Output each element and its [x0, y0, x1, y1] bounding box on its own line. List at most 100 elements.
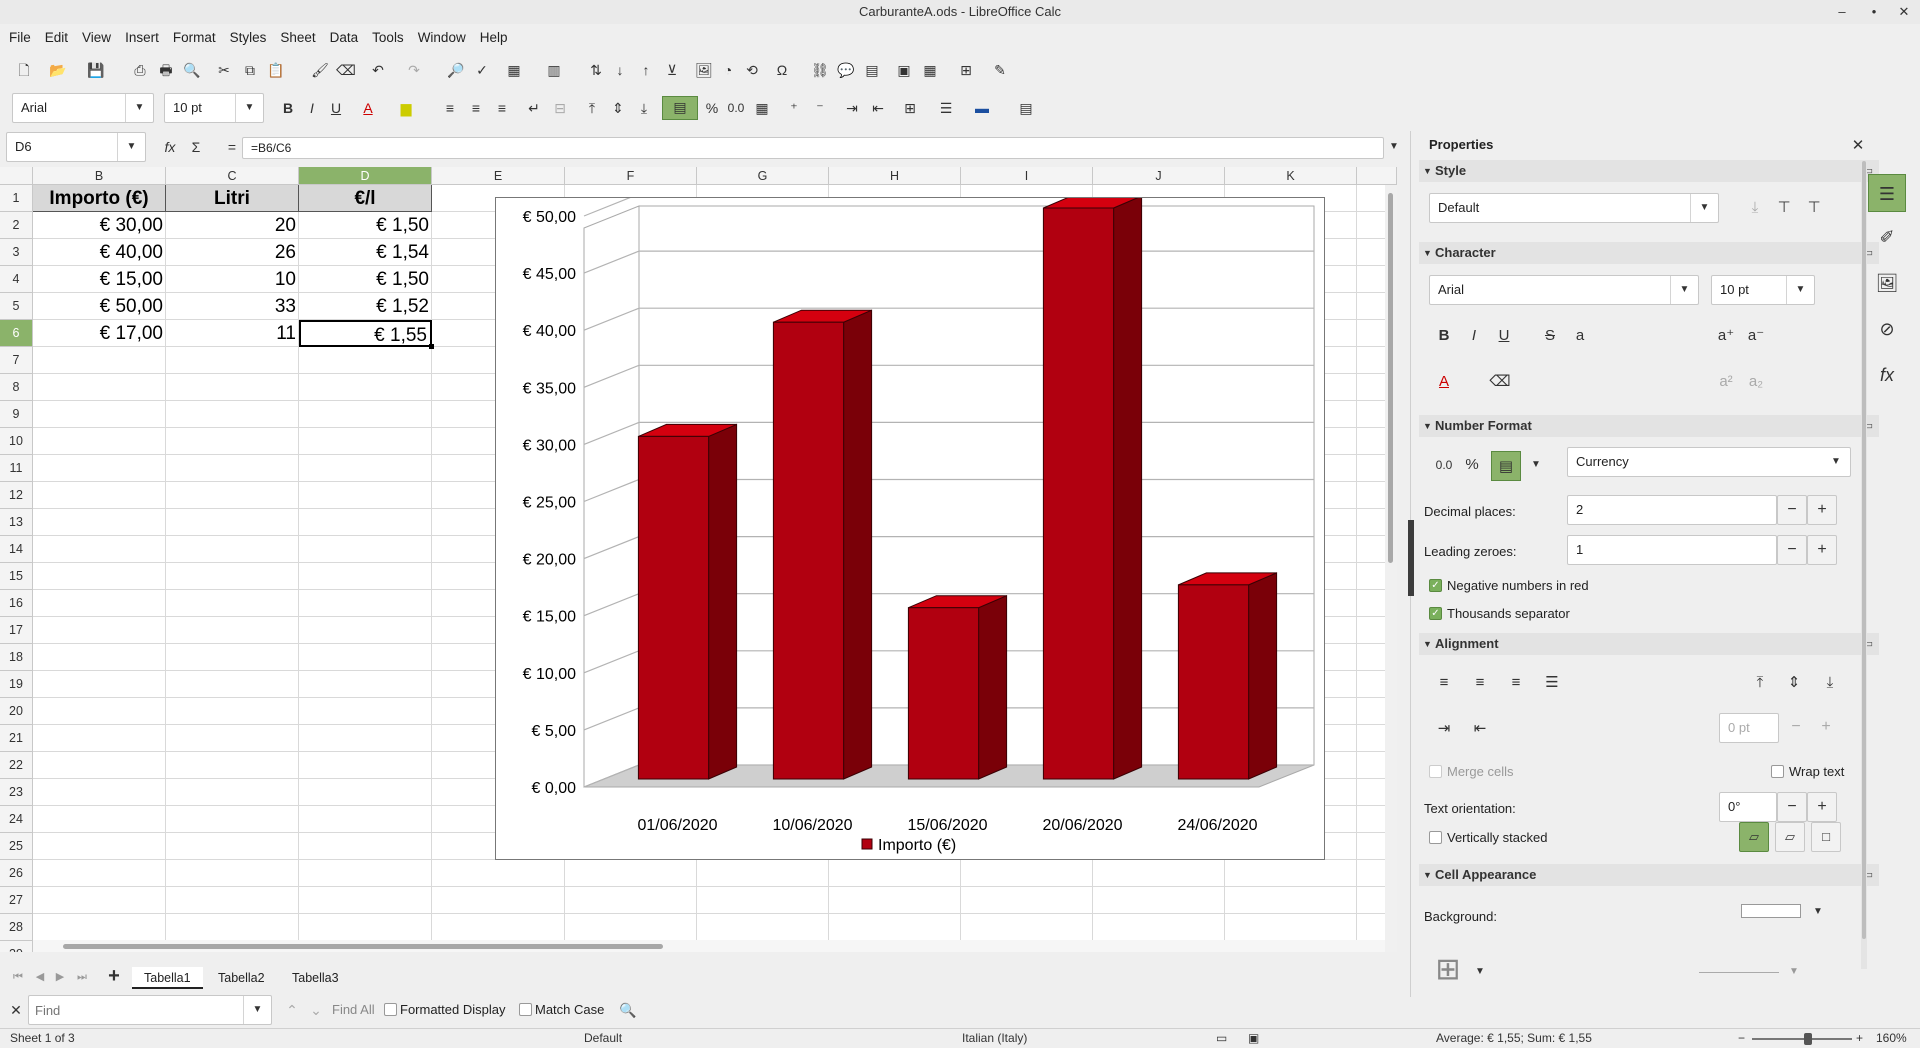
zoom-slider-thumb[interactable]	[1804, 1033, 1812, 1045]
last-sheet-icon[interactable]: ⏭	[72, 967, 92, 987]
header-cell-litri[interactable]: Litri	[166, 185, 299, 212]
vertically-stacked-checkbox[interactable]	[1429, 831, 1442, 844]
row-header[interactable]: 20	[0, 698, 33, 725]
align-right-icon[interactable]: ≡	[1505, 672, 1527, 694]
chevron-down-icon[interactable]: ▼	[1670, 276, 1698, 304]
row-header[interactable]: 16	[0, 590, 33, 617]
define-print-area-icon[interactable]: ▣	[894, 60, 914, 80]
text-extension-inside-cell-icon[interactable]: □	[1811, 822, 1841, 852]
section-cell-appearance[interactable]: ▼ Cell Appearance ▭	[1419, 864, 1879, 886]
open-icon[interactable]: 📂	[48, 60, 68, 80]
new-document-icon[interactable]: 🗋	[14, 60, 34, 80]
cell-b2[interactable]: € 30,00	[33, 212, 166, 239]
row-header[interactable]: 29	[0, 941, 33, 952]
row-header[interactable]: 19	[0, 671, 33, 698]
find-replace-icon[interactable]: 🔎	[446, 60, 466, 80]
superscript-icon[interactable]: a²	[1715, 371, 1737, 393]
export-pdf-icon[interactable]: ⎙	[130, 60, 150, 80]
zoom-in-icon[interactable]: +	[1856, 1029, 1863, 1048]
sidebar-collapse-handle[interactable]	[1408, 520, 1414, 596]
underline-icon[interactable]: U	[1493, 325, 1515, 347]
section-alignment[interactable]: ▼ Alignment ▭	[1419, 633, 1879, 655]
status-page-style[interactable]: Default	[584, 1029, 622, 1048]
undo-icon[interactable]: ↶	[368, 60, 388, 80]
chevron-down-icon[interactable]: ▼	[117, 133, 145, 161]
menu-insert[interactable]: Insert	[118, 24, 166, 52]
fill-handle[interactable]	[429, 344, 434, 349]
strikethrough-icon[interactable]: S	[1539, 325, 1561, 347]
clear-formatting-icon[interactable]: ⌫	[336, 60, 356, 80]
maximize-icon[interactable]: •	[1864, 2, 1884, 22]
justify-icon[interactable]: ☰	[1541, 672, 1563, 694]
leading-decrease-button[interactable]: −	[1777, 535, 1807, 565]
formula-input[interactable]: =B6/C6	[242, 137, 1384, 159]
headers-footers-icon[interactable]: ▤	[862, 60, 882, 80]
format-as-percent-icon[interactable]: %	[1461, 454, 1483, 476]
row-header[interactable]: 26	[0, 860, 33, 887]
selection-mode-icon[interactable]: ▭	[1216, 1029, 1227, 1048]
autofilter-icon[interactable]: ⊻	[662, 60, 682, 80]
row-header[interactable]: 27	[0, 887, 33, 914]
align-top-icon[interactable]: ⤒	[582, 98, 602, 118]
row-header[interactable]: 5	[0, 293, 33, 320]
clear-direct-formatting-icon[interactable]: ⌫	[1489, 371, 1511, 393]
select-all-corner[interactable]	[0, 167, 33, 185]
bold-icon[interactable]: B	[1433, 325, 1455, 347]
paste-icon[interactable]: 📋	[266, 60, 286, 80]
merge-cells-checkbox[interactable]	[1429, 765, 1442, 778]
row-header[interactable]: 1	[0, 185, 33, 212]
column-header-g[interactable]: G	[697, 167, 829, 185]
background-color-swatch[interactable]	[1741, 904, 1801, 918]
find-previous-icon[interactable]: ⌃	[282, 1000, 302, 1020]
row-header[interactable]: 14	[0, 536, 33, 563]
special-character-icon[interactable]: Ω	[772, 60, 792, 80]
expand-formula-icon[interactable]: ▼	[1384, 137, 1404, 157]
header-cell-euro-per-litre[interactable]: €/l	[299, 185, 432, 212]
column-header-d[interactable]: D	[299, 167, 432, 185]
redo-icon[interactable]: ↷	[404, 60, 424, 80]
align-top-icon[interactable]: ⤒	[1749, 672, 1771, 694]
border-color-icon[interactable]: ▬	[972, 98, 992, 118]
align-bottom-icon[interactable]: ⤓	[1819, 672, 1841, 694]
column-icon[interactable]: ▥	[544, 60, 564, 80]
thousands-separator-checkbox[interactable]: ✓	[1429, 607, 1442, 620]
row-icon[interactable]: ▦	[504, 60, 524, 80]
insert-image-icon[interactable]: 🖼	[694, 60, 714, 80]
chevron-down-icon[interactable]: ▼	[1786, 276, 1814, 304]
match-case-checkbox[interactable]	[519, 1003, 532, 1016]
wrap-text-checkbox[interactable]	[1771, 765, 1784, 778]
row-header[interactable]: 7	[0, 347, 33, 374]
row-header[interactable]: 18	[0, 644, 33, 671]
decimal-decrease-button[interactable]: −	[1777, 495, 1807, 525]
row-header[interactable]: 12	[0, 482, 33, 509]
chevron-down-icon[interactable]: ▼	[243, 996, 271, 1024]
freeze-rows-icon[interactable]: ▦	[920, 60, 940, 80]
print-icon[interactable]: 🖶	[156, 60, 176, 80]
row-header[interactable]: 11	[0, 455, 33, 482]
cell-d4[interactable]: € 1,50	[299, 266, 432, 293]
header-cell-importo[interactable]: Importo (€)	[33, 185, 166, 212]
name-box[interactable]: D6 ▼	[6, 132, 146, 162]
menu-file[interactable]: File	[2, 24, 38, 52]
row-header[interactable]: 28	[0, 914, 33, 941]
format-as-date-icon[interactable]: ▦	[752, 98, 772, 118]
background-dropdown-icon[interactable]: ▼	[1807, 901, 1829, 923]
italic-icon[interactable]: I	[302, 98, 322, 118]
indent-increase-button[interactable]: +	[1811, 713, 1841, 743]
line-style-preview[interactable]	[1699, 972, 1779, 973]
section-style[interactable]: ▼ Style ▭	[1419, 160, 1879, 182]
decimal-places-input[interactable]: 2	[1567, 495, 1777, 525]
pivot-table-icon[interactable]: ⟲	[742, 60, 762, 80]
menu-format[interactable]: Format	[166, 24, 223, 52]
sidebar-scroll-thumb[interactable]	[1862, 161, 1866, 939]
chevron-down-icon[interactable]: ▼	[1822, 448, 1850, 476]
column-header-k[interactable]: K	[1225, 167, 1357, 185]
status-language[interactable]: Italian (Italy)	[962, 1029, 1027, 1048]
find-all-button[interactable]: Find All	[332, 1002, 375, 1017]
add-decimal-icon[interactable]: ⁺	[784, 98, 804, 118]
sheet-tab-tabella2[interactable]: Tabella2	[206, 967, 277, 989]
row-header[interactable]: 17	[0, 617, 33, 644]
orientation-increase-button[interactable]: +	[1807, 792, 1837, 822]
row-header[interactable]: 23	[0, 779, 33, 806]
line-style-dropdown-icon[interactable]: ▼	[1783, 961, 1805, 983]
